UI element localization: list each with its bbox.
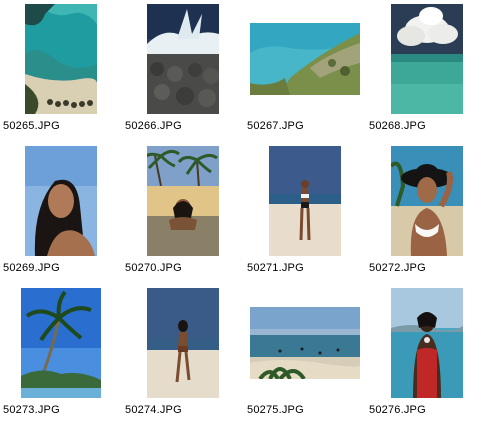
thumbnail-image[interactable] bbox=[366, 142, 488, 260]
thumbnail-filename: 50265.JPG bbox=[3, 120, 60, 132]
thumbnail-filename: 50273.JPG bbox=[3, 404, 60, 416]
thumbnail-image[interactable] bbox=[122, 0, 244, 118]
photo-woman-standing-on-beach bbox=[269, 146, 341, 256]
thumbnail-item[interactable]: 50271.JPG bbox=[244, 142, 366, 284]
photo-woman-walking-to-sea bbox=[147, 288, 219, 398]
thumbnail-image[interactable] bbox=[366, 284, 488, 402]
thumbnail-item[interactable]: 50265.JPG bbox=[0, 0, 122, 142]
photo-coastline-island bbox=[250, 23, 360, 95]
thumbnail-item[interactable]: 50276.JPG bbox=[366, 284, 488, 426]
thumbnail-filename: 50272.JPG bbox=[369, 262, 426, 274]
thumbnail-filename: 50276.JPG bbox=[369, 404, 426, 416]
photo-woman-in-hat bbox=[391, 146, 463, 256]
photo-clouds-over-lagoon bbox=[391, 4, 463, 114]
thumbnail-image[interactable] bbox=[366, 0, 488, 118]
thumbnail-image[interactable] bbox=[0, 0, 122, 118]
thumbnail-item[interactable]: 50270.JPG bbox=[122, 142, 244, 284]
thumbnail-filename: 50274.JPG bbox=[125, 404, 182, 416]
thumbnail-image[interactable] bbox=[122, 284, 244, 402]
thumbnail-filename: 50269.JPG bbox=[3, 262, 60, 274]
thumbnail-filename: 50268.JPG bbox=[369, 120, 426, 132]
thumbnail-image[interactable] bbox=[244, 284, 366, 402]
photo-woman-portrait-sky bbox=[25, 146, 97, 256]
thumbnail-image[interactable] bbox=[122, 142, 244, 260]
photo-woman-lying-in-water-palms bbox=[147, 146, 219, 256]
thumbnail-filename: 50270.JPG bbox=[125, 262, 182, 274]
thumbnail-filename: 50271.JPG bbox=[247, 262, 304, 274]
thumbnail-grid: 50265.JPG 50266.JPG 50267.JPG 50268.JPG … bbox=[0, 0, 503, 428]
thumbnail-image[interactable] bbox=[0, 284, 122, 402]
thumbnail-image[interactable] bbox=[244, 142, 366, 260]
thumbnail-image[interactable] bbox=[0, 142, 122, 260]
thumbnail-item[interactable]: 50273.JPG bbox=[0, 284, 122, 426]
thumbnail-image[interactable] bbox=[244, 0, 366, 118]
photo-palm-tree-sky bbox=[21, 288, 101, 398]
photo-aerial-beach-cove bbox=[25, 4, 97, 114]
photo-beach-panorama bbox=[250, 307, 360, 379]
thumbnail-item[interactable]: 50274.JPG bbox=[122, 284, 244, 426]
thumbnail-item[interactable]: 50267.JPG bbox=[244, 0, 366, 142]
photo-wave-on-rocks bbox=[147, 4, 219, 114]
thumbnail-item[interactable]: 50272.JPG bbox=[366, 142, 488, 284]
photo-woman-red-swimsuit bbox=[391, 288, 463, 398]
thumbnail-item[interactable]: 50269.JPG bbox=[0, 142, 122, 284]
thumbnail-filename: 50267.JPG bbox=[247, 120, 304, 132]
thumbnail-filename: 50275.JPG bbox=[247, 404, 304, 416]
thumbnail-item[interactable]: 50275.JPG bbox=[244, 284, 366, 426]
thumbnail-filename: 50266.JPG bbox=[125, 120, 182, 132]
thumbnail-item[interactable]: 50266.JPG bbox=[122, 0, 244, 142]
thumbnail-item[interactable]: 50268.JPG bbox=[366, 0, 488, 142]
